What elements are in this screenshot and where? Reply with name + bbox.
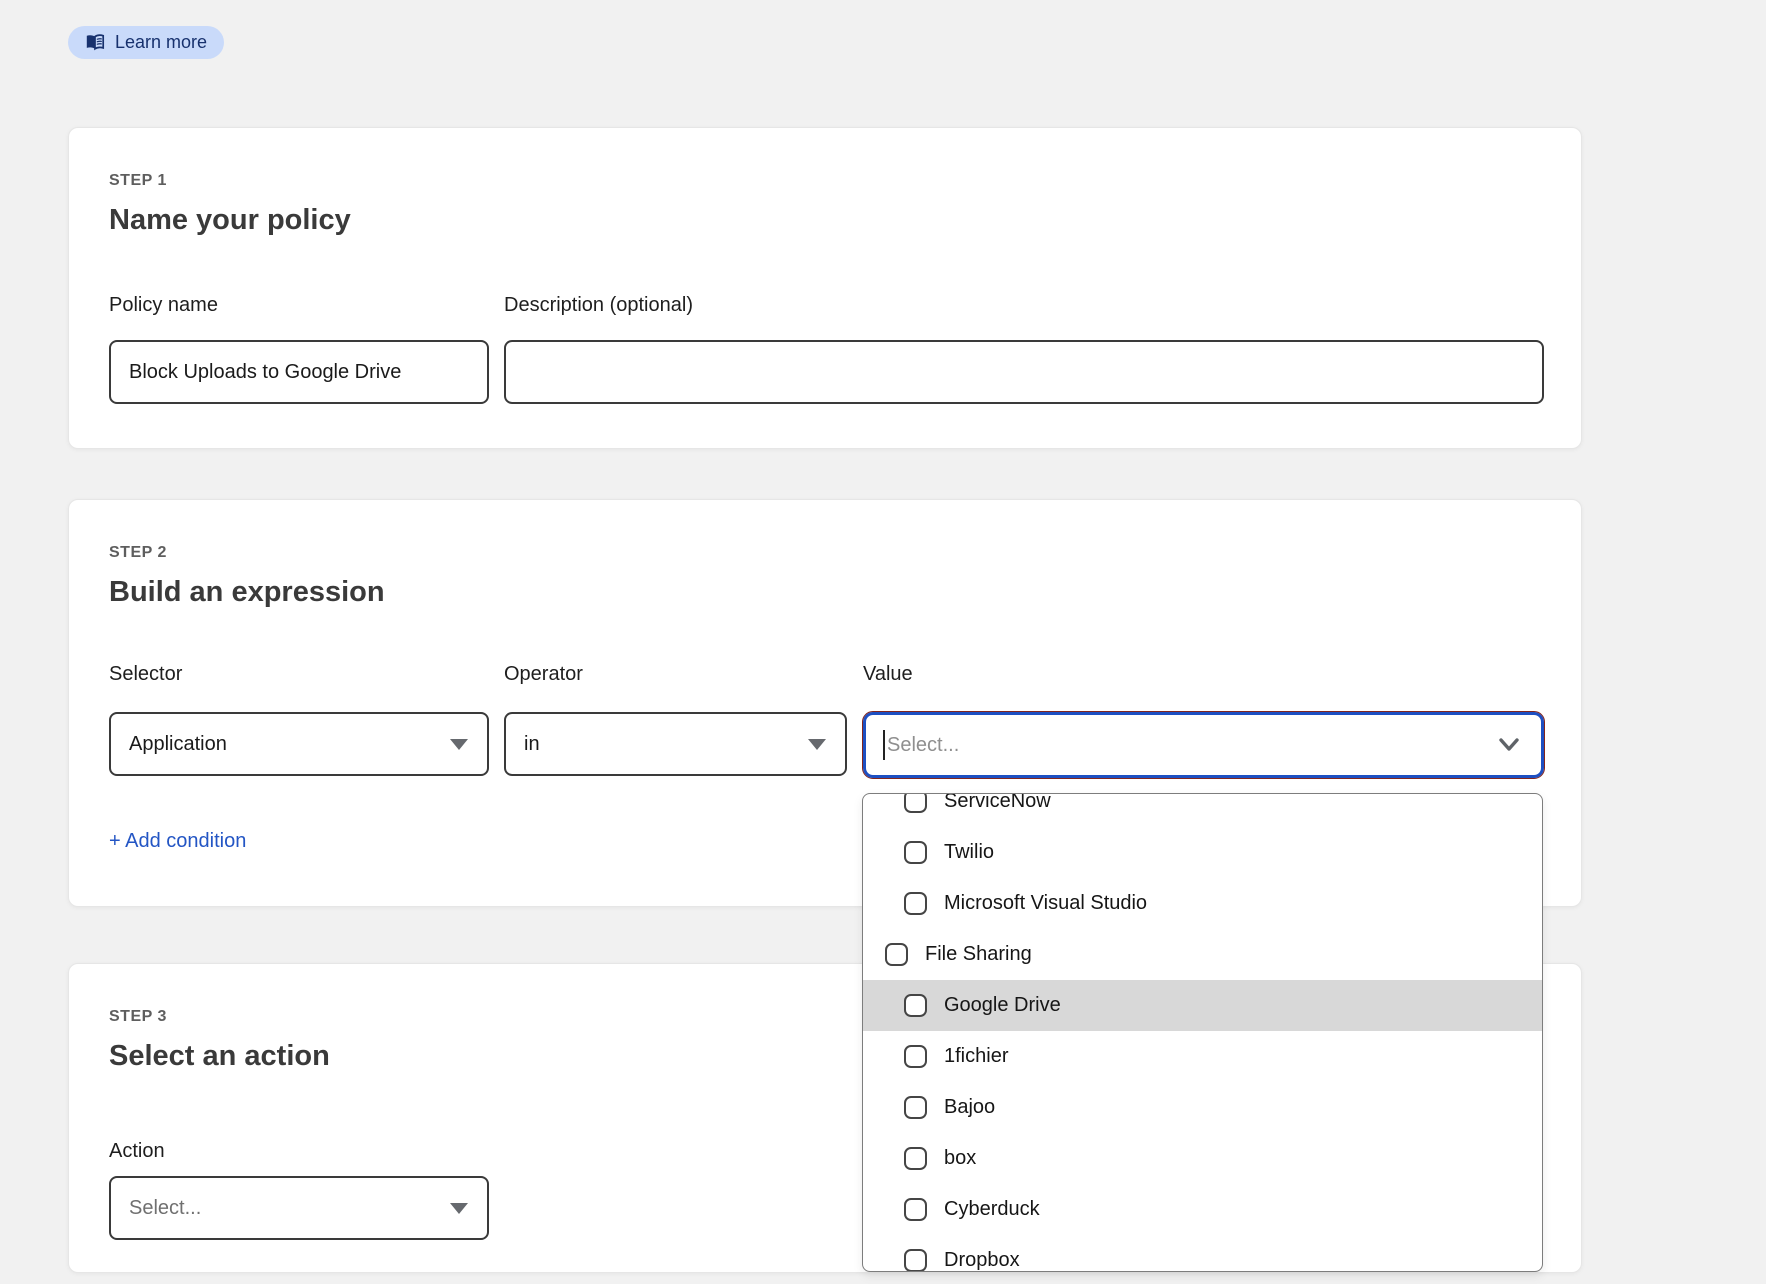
chevron-down-icon[interactable]: [1497, 737, 1521, 758]
add-condition-link[interactable]: + Add condition: [109, 830, 246, 853]
operator-value: in: [524, 733, 540, 756]
step2-label: STEP 2: [109, 544, 167, 562]
description-input[interactable]: [504, 340, 1544, 404]
step1-label: STEP 1: [109, 172, 167, 190]
policy-name-value: Block Uploads to Google Drive: [129, 361, 401, 384]
dropdown-option-label: Dropbox: [944, 1249, 1020, 1272]
dropdown-option-label: Google Drive: [944, 994, 1061, 1017]
learn-more-label: Learn more: [115, 32, 207, 53]
dropdown-option[interactable]: ServiceNow: [863, 793, 1542, 827]
dropdown-triangle-icon: [450, 1203, 468, 1214]
step1-card: STEP 1 Name your policy Policy name Desc…: [68, 127, 1582, 449]
action-placeholder: Select...: [129, 1197, 201, 1220]
dropdown-option[interactable]: Bajoo: [863, 1082, 1542, 1133]
dropdown-option-label: Cyberduck: [944, 1198, 1040, 1221]
checkbox-icon[interactable]: [904, 841, 927, 864]
selector-label: Selector: [109, 663, 182, 686]
selector-dropdown[interactable]: Application: [109, 712, 489, 776]
value-label: Value: [863, 663, 913, 686]
step3-title: Select an action: [109, 1040, 330, 1073]
dropdown-option-label: ServiceNow: [944, 793, 1051, 813]
dropdown-triangle-icon: [808, 739, 826, 750]
description-label: Description (optional): [504, 294, 693, 317]
step3-label: STEP 3: [109, 1008, 167, 1026]
dropdown-option-label: File Sharing: [925, 943, 1032, 966]
action-dropdown[interactable]: Select...: [109, 1176, 489, 1240]
dropdown-option[interactable]: Google Drive: [863, 980, 1542, 1031]
dropdown-option-label: Bajoo: [944, 1096, 995, 1119]
value-dropdown-panel: ServiceNow Twilio Microsoft Visual Studi…: [862, 793, 1543, 1272]
book-icon: [85, 34, 105, 51]
dropdown-option[interactable]: File Sharing: [863, 929, 1542, 980]
value-dropdown-list: ServiceNow Twilio Microsoft Visual Studi…: [863, 793, 1542, 1272]
checkbox-icon[interactable]: [885, 943, 908, 966]
operator-dropdown[interactable]: in: [504, 712, 847, 776]
dropdown-option-label: box: [944, 1147, 976, 1170]
value-placeholder: Select...: [887, 734, 959, 757]
operator-label: Operator: [504, 663, 583, 686]
dropdown-option[interactable]: Cyberduck: [863, 1184, 1542, 1235]
checkbox-icon[interactable]: [904, 1045, 927, 1068]
policy-name-label: Policy name: [109, 294, 218, 317]
checkbox-icon[interactable]: [904, 994, 927, 1017]
text-cursor: [883, 730, 885, 760]
dropdown-option-label: 1fichier: [944, 1045, 1008, 1068]
policy-name-input[interactable]: Block Uploads to Google Drive: [109, 340, 489, 404]
dropdown-option[interactable]: Dropbox: [863, 1235, 1542, 1272]
selector-value: Application: [129, 733, 227, 756]
dropdown-option[interactable]: Microsoft Visual Studio: [863, 878, 1542, 929]
dropdown-option[interactable]: 1fichier: [863, 1031, 1542, 1082]
policy-builder-page: { "learn_more": { "label": "Learn more" …: [0, 0, 1766, 1284]
learn-more-button[interactable]: Learn more: [68, 26, 224, 59]
value-multiselect-input[interactable]: Select...: [863, 712, 1544, 778]
dropdown-triangle-icon: [450, 739, 468, 750]
step2-title: Build an expression: [109, 576, 385, 609]
checkbox-icon[interactable]: [904, 1147, 927, 1170]
checkbox-icon[interactable]: [904, 793, 927, 813]
checkbox-icon[interactable]: [904, 892, 927, 915]
dropdown-option[interactable]: box: [863, 1133, 1542, 1184]
checkbox-icon[interactable]: [904, 1096, 927, 1119]
dropdown-option-label: Twilio: [944, 841, 994, 864]
dropdown-option[interactable]: Twilio: [863, 827, 1542, 878]
checkbox-icon[interactable]: [904, 1249, 927, 1272]
checkbox-icon[interactable]: [904, 1198, 927, 1221]
step1-title: Name your policy: [109, 204, 351, 237]
dropdown-option-label: Microsoft Visual Studio: [944, 892, 1147, 915]
action-label: Action: [109, 1140, 165, 1163]
